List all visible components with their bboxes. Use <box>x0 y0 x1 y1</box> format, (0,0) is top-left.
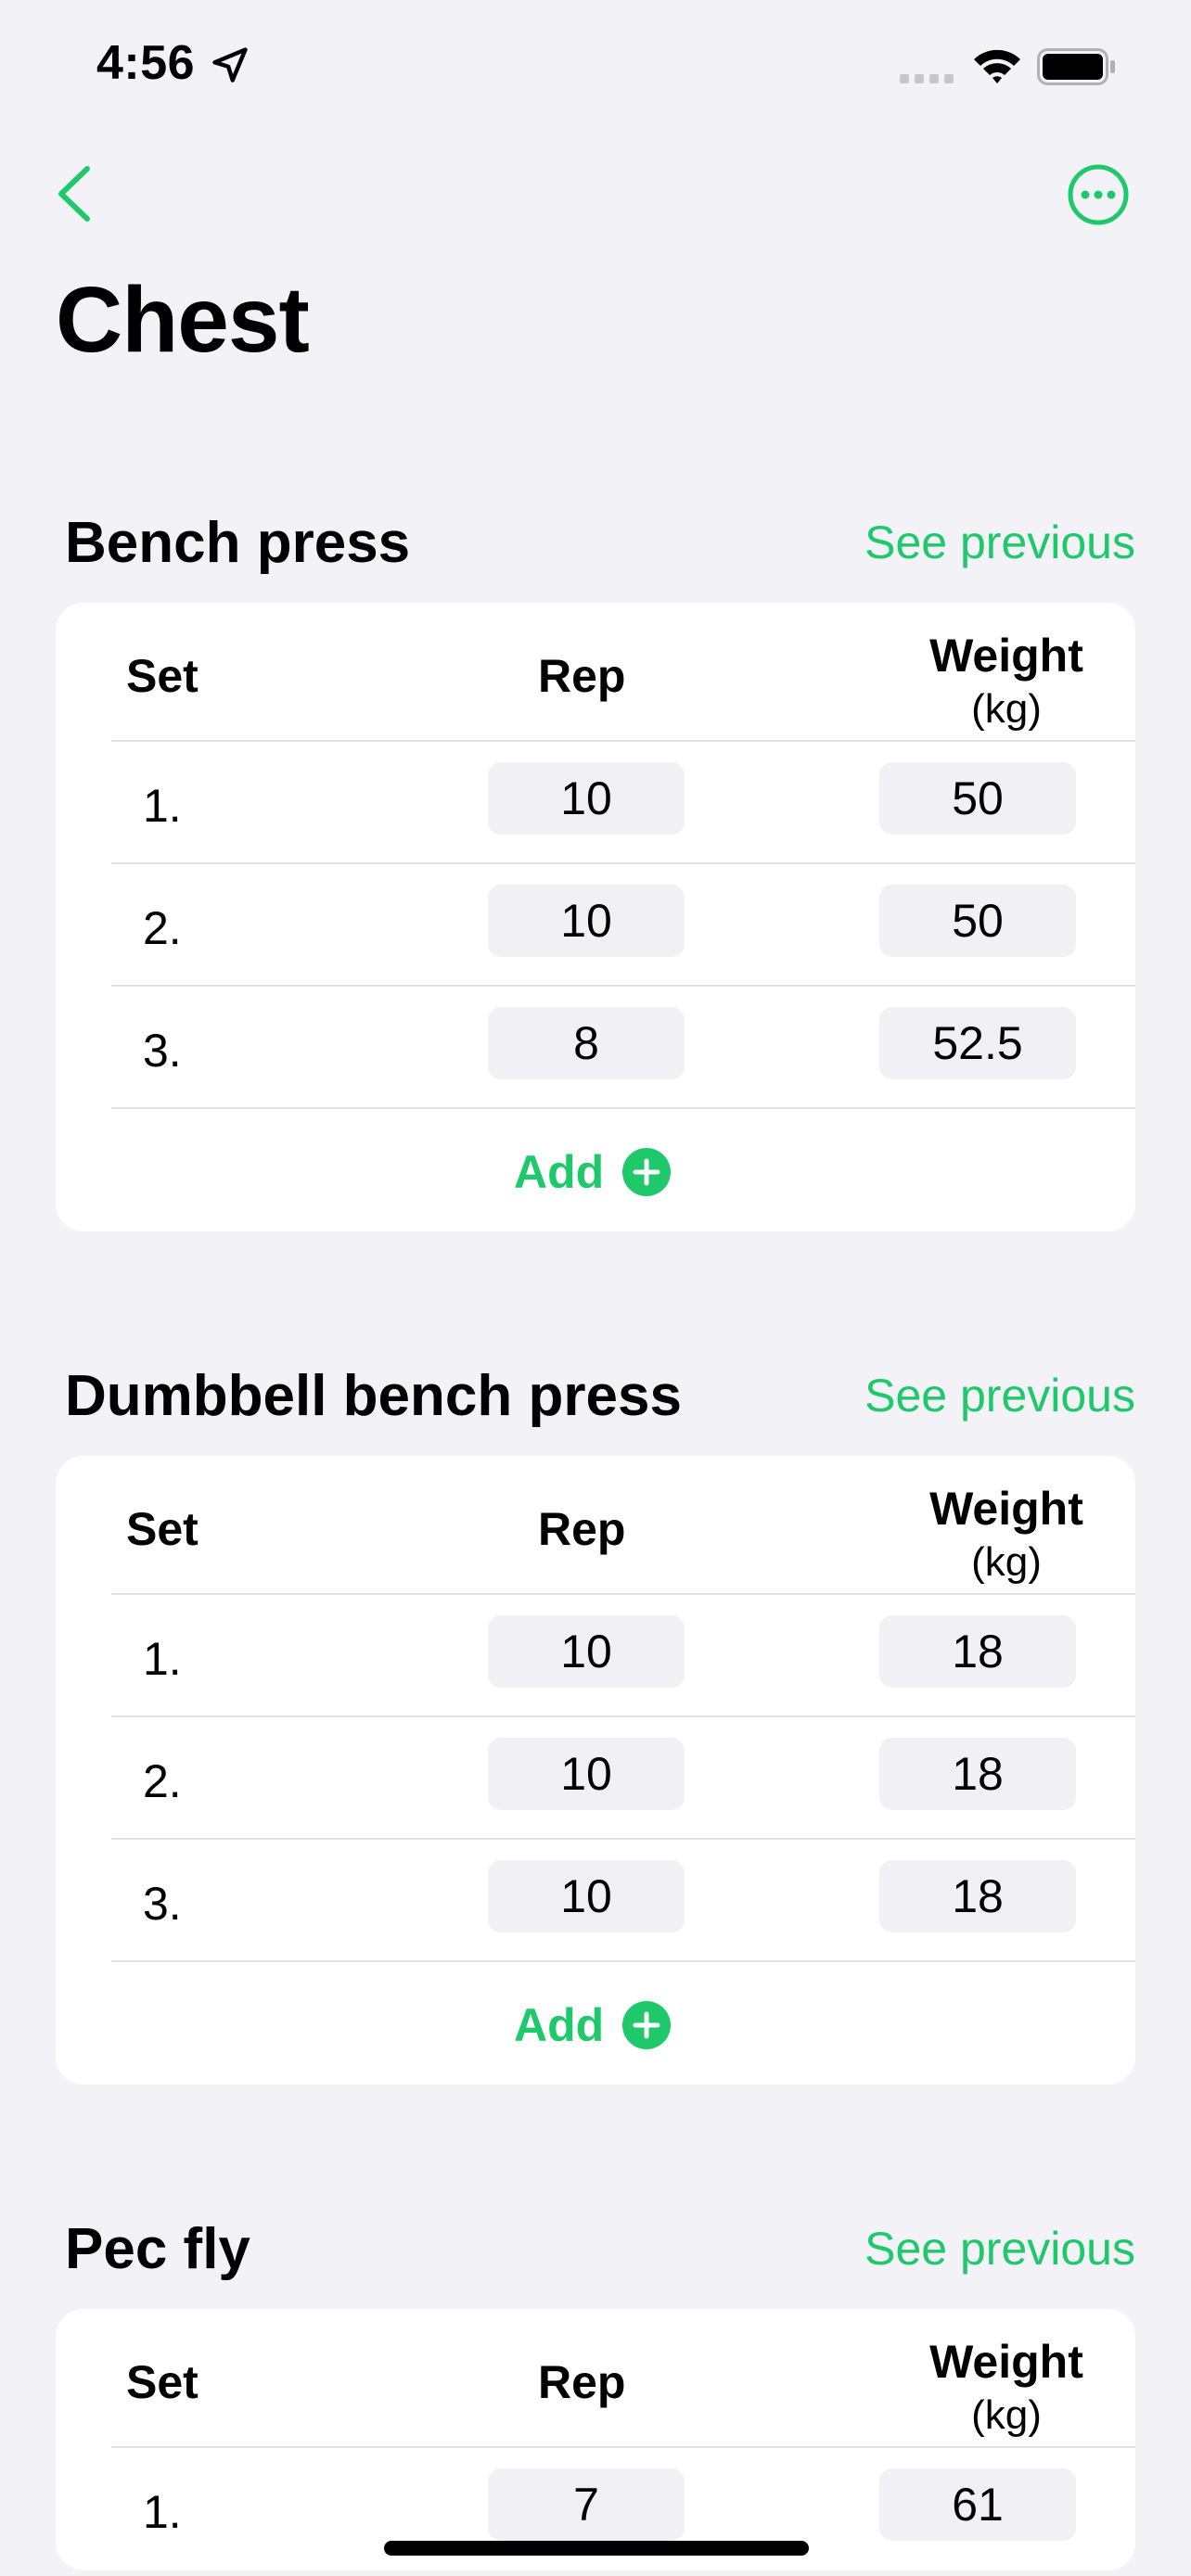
exercise-title: Pec fly <box>65 2217 250 2281</box>
add-row: Add <box>56 1962 1135 2085</box>
set-row: 2. 10 50 <box>56 864 1135 987</box>
rep-field[interactable]: 10 <box>488 1860 685 1932</box>
weight-field[interactable]: 50 <box>879 762 1076 835</box>
sets-card: Set Rep Weight (kg) 1. 10 50 2. 10 50 3. … <box>56 603 1135 1231</box>
add-set-button[interactable]: Add <box>514 1144 672 1200</box>
exercise-header: Pec fly See previous <box>56 2207 1135 2290</box>
location-arrow-icon <box>212 47 248 83</box>
sets-card: Set Rep Weight (kg) 1. 7 61 <box>56 2309 1135 2570</box>
see-previous-button[interactable]: See previous <box>864 516 1135 569</box>
exercise-section: Bench press See previous Set Rep Weight(… <box>56 501 1135 1231</box>
set-row: 2. 10 18 <box>56 1717 1135 1840</box>
set-number: 3. <box>143 1025 182 1077</box>
weight-column-header: Weight (kg) <box>900 2335 1113 2442</box>
add-set-button[interactable]: Add <box>514 1997 672 2053</box>
rep-field[interactable]: 10 <box>488 762 685 835</box>
add-row: Add <box>56 1109 1135 1231</box>
rep-column-header: Rep <box>538 1503 626 1555</box>
see-previous-button[interactable]: See previous <box>864 1369 1135 1422</box>
set-row: 3. 10 18 <box>56 1840 1135 1962</box>
rep-field[interactable]: 10 <box>488 1738 685 1810</box>
table-header: Set Rep Weight (kg) <box>56 1456 1135 1595</box>
chevron-left-icon[interactable] <box>52 163 98 224</box>
weight-field[interactable]: 61 <box>879 2468 1076 2541</box>
see-previous-button[interactable]: See previous <box>864 2222 1135 2276</box>
exercise-title: Dumbbell bench press <box>65 1364 682 1428</box>
weight-unit: (kg) <box>971 686 1042 732</box>
plus-circle-icon <box>622 2001 672 2049</box>
add-label: Add <box>514 1146 605 1198</box>
weight-column-header: Weight (kg) <box>900 629 1113 736</box>
home-indicator[interactable] <box>384 2541 809 2556</box>
weight-unit: (kg) <box>971 2392 1042 2438</box>
exercise-header: Bench press See previous <box>56 501 1135 584</box>
ellipsis-circle-icon[interactable] <box>1067 163 1130 226</box>
add-label: Add <box>514 1999 605 2051</box>
set-column-header: Set <box>126 2356 198 2408</box>
set-row: 3. 8 52.5 <box>56 987 1135 1109</box>
set-number: 1. <box>143 1633 182 1685</box>
set-number: 1. <box>143 2486 182 2538</box>
weight-field[interactable]: 18 <box>879 1738 1076 1810</box>
status-bar: 4:56 <box>0 0 1191 130</box>
plus-circle-icon <box>622 1148 672 1196</box>
rep-column-header: Rep <box>538 2356 626 2408</box>
set-number: 2. <box>143 1755 182 1807</box>
exercise-section: Dumbbell bench press See previous Set Re… <box>56 1354 1135 2085</box>
set-row: 1. 10 50 <box>56 742 1135 864</box>
exercise-title: Bench press <box>65 511 411 575</box>
rep-field[interactable]: 10 <box>488 1615 685 1688</box>
exercise-section: Pec fly See previous Set Rep Weight (kg) … <box>56 2207 1135 2570</box>
set-column-header: Set <box>126 650 198 702</box>
weight-field[interactable]: 18 <box>879 1615 1076 1688</box>
set-number: 1. <box>143 780 182 832</box>
wifi-icon <box>974 49 1020 83</box>
exercise-header: Dumbbell bench press See previous <box>56 1354 1135 1437</box>
cellular-signal-icon <box>900 74 954 83</box>
set-number: 3. <box>143 1878 182 1930</box>
sets-card: Set Rep Weight (kg) 1. 10 18 2. 10 18 3. … <box>56 1456 1135 2085</box>
set-column-header: Set <box>126 1503 198 1555</box>
table-header: Set Rep Weight (kg) <box>56 603 1135 742</box>
rep-field[interactable]: 7 <box>488 2468 685 2541</box>
weight-column-header: Weight (kg) <box>900 1482 1113 1589</box>
rep-field[interactable]: 8 <box>488 1007 685 1079</box>
status-time: 4:56 <box>96 36 196 90</box>
set-number: 2. <box>143 902 182 954</box>
weight-field[interactable]: 52.5 <box>879 1007 1076 1079</box>
table-header: Set Rep Weight (kg) <box>56 2309 1135 2448</box>
battery-icon <box>1037 48 1115 85</box>
set-row: 1. 10 18 <box>56 1595 1135 1717</box>
weight-unit: (kg) <box>971 1539 1042 1585</box>
weight-field[interactable]: 50 <box>879 885 1076 957</box>
weight-field[interactable]: 18 <box>879 1860 1076 1932</box>
rep-column-header: Rep <box>538 650 626 702</box>
rep-field[interactable]: 10 <box>488 885 685 957</box>
page-title: Chest <box>56 268 310 372</box>
